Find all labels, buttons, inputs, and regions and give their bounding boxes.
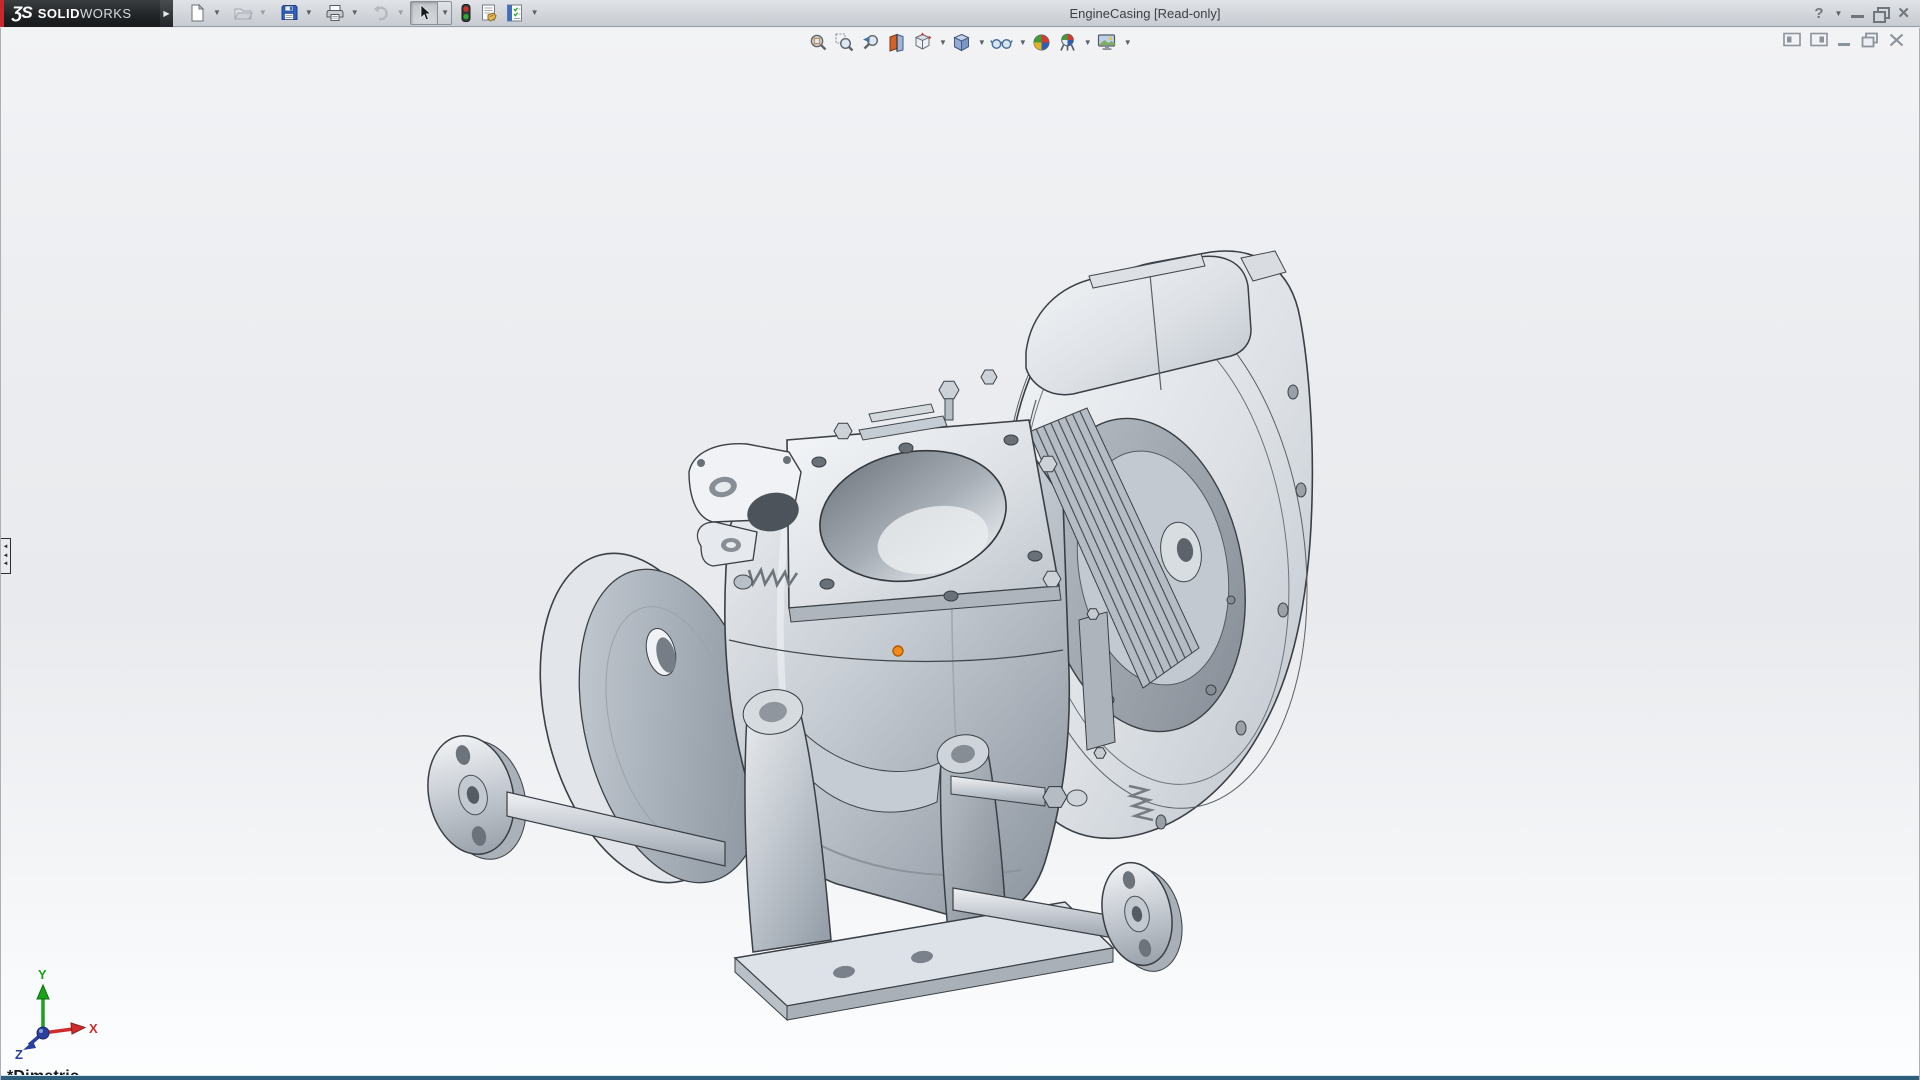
- edit-appearance-button[interactable]: [1030, 31, 1053, 54]
- triad-x-label: X: [89, 1021, 98, 1036]
- print-caret[interactable]: ▼: [351, 9, 359, 17]
- solidworks-wordmark: SOLIDWORKS: [38, 6, 132, 21]
- window-controls: ? ▼ ✕: [1814, 0, 1910, 27]
- select-tool-dropdown[interactable]: ▼: [437, 1, 452, 25]
- options-caret[interactable]: ▼: [531, 9, 539, 17]
- rebuild-traffic-light-icon: [459, 3, 473, 23]
- hide-show-caret[interactable]: ▼: [1019, 39, 1027, 47]
- triad-y-label: Y: [38, 967, 47, 982]
- menu-flyout-arrow-icon[interactable]: ▶: [160, 0, 173, 27]
- appearance-ball-icon: [1031, 32, 1052, 53]
- zoom-to-area-button[interactable]: [833, 31, 856, 54]
- solidworks-logo: ƷS SOLIDWORKS: [0, 0, 160, 27]
- hex-bolt: [1043, 571, 1061, 587]
- display-style-caret[interactable]: ▼: [978, 39, 986, 47]
- apply-scene-caret[interactable]: ▼: [1084, 39, 1092, 47]
- view-settings-button[interactable]: [1095, 31, 1119, 54]
- close-document-button[interactable]: [1888, 32, 1905, 48]
- right-pane-button[interactable]: [1810, 32, 1828, 48]
- section-view-icon: [886, 32, 907, 53]
- restore-document-button[interactable]: [1861, 32, 1879, 48]
- cursor-arrow-icon: [416, 4, 432, 22]
- triad-z-label: Z: [15, 1047, 23, 1059]
- save-button[interactable]: [277, 1, 301, 25]
- options-checklist-icon: [505, 3, 525, 23]
- help-caret[interactable]: ▼: [1835, 10, 1843, 18]
- left-pane-button[interactable]: [1783, 32, 1801, 48]
- print-button[interactable]: [323, 1, 347, 25]
- solidworks-logo-mark: ƷS: [12, 3, 32, 23]
- minimize-button[interactable]: [1851, 8, 1864, 19]
- eyeglasses-icon: [990, 32, 1013, 53]
- engine-casing-model[interactable]: [1, 28, 1920, 1080]
- document-window-controls: [1783, 32, 1905, 48]
- zoom-to-fit-icon: [808, 32, 829, 53]
- undo-button[interactable]: [369, 1, 393, 25]
- apply-scene-button[interactable]: [1056, 31, 1079, 54]
- section-view-button[interactable]: [885, 31, 908, 54]
- zoom-to-fit-button[interactable]: [807, 31, 830, 54]
- restore-button[interactable]: [1873, 7, 1888, 20]
- new-caret[interactable]: ▼: [213, 9, 221, 17]
- orientation-triad: Y X Z: [7, 963, 103, 1059]
- feature-manager-collapsed-tab[interactable]: ◄ ◄ ◄: [1, 538, 11, 574]
- hex-bolt: [981, 370, 997, 384]
- undo-icon: [371, 3, 391, 23]
- close-button[interactable]: ✕: [1897, 6, 1910, 21]
- main-toolbar: ▼ ▼ ▼: [173, 0, 539, 27]
- save-floppy-icon: [279, 3, 299, 23]
- new-document-button[interactable]: [185, 1, 209, 25]
- undo-caret[interactable]: ▼: [397, 9, 405, 17]
- hex-bolt: [1039, 456, 1057, 472]
- window-bottom-edge: [1, 1076, 1919, 1080]
- new-document-icon: [187, 3, 207, 23]
- save-caret[interactable]: ▼: [305, 9, 313, 17]
- open-button[interactable]: [231, 1, 255, 25]
- print-icon: [325, 3, 345, 23]
- select-tool-button[interactable]: [410, 1, 437, 25]
- view-settings-monitor-icon: [1096, 32, 1118, 53]
- view-settings-caret[interactable]: ▼: [1124, 39, 1132, 47]
- headsup-view-toolbar: ▼ ▼ ▼: [807, 31, 1132, 54]
- hex-bolt: [834, 423, 852, 439]
- view-orientation-icon: [912, 32, 933, 53]
- open-caret[interactable]: ▼: [259, 9, 267, 17]
- file-properties-button[interactable]: [477, 1, 501, 25]
- open-folder-icon: [233, 3, 253, 23]
- rebuild-button[interactable]: [457, 1, 475, 25]
- hide-show-items-button[interactable]: [989, 31, 1014, 54]
- options-button[interactable]: [503, 1, 527, 25]
- zoom-to-area-icon: [834, 32, 855, 53]
- graphics-viewport[interactable]: ▼ ▼ ▼: [0, 28, 1920, 1080]
- help-button[interactable]: ?: [1814, 5, 1823, 22]
- hex-bolt: [939, 381, 959, 398]
- selection-point-marker[interactable]: [893, 646, 903, 656]
- previous-view-button[interactable]: [859, 31, 882, 54]
- view-orientation-caret[interactable]: ▼: [939, 39, 947, 47]
- select-tool-group: ▼: [410, 1, 452, 25]
- file-properties-icon: [479, 3, 499, 23]
- display-style-button[interactable]: [950, 31, 973, 54]
- document-title: EngineCasing [Read-only]: [1069, 6, 1220, 21]
- display-style-icon: [951, 32, 972, 53]
- minimize-document-button[interactable]: [1837, 32, 1852, 48]
- titlebar: ƷS SOLIDWORKS ▶ ▼ ▼: [0, 0, 1920, 27]
- view-orientation-button[interactable]: [911, 31, 934, 54]
- apply-scene-icon: [1057, 32, 1078, 53]
- previous-view-icon: [860, 32, 881, 53]
